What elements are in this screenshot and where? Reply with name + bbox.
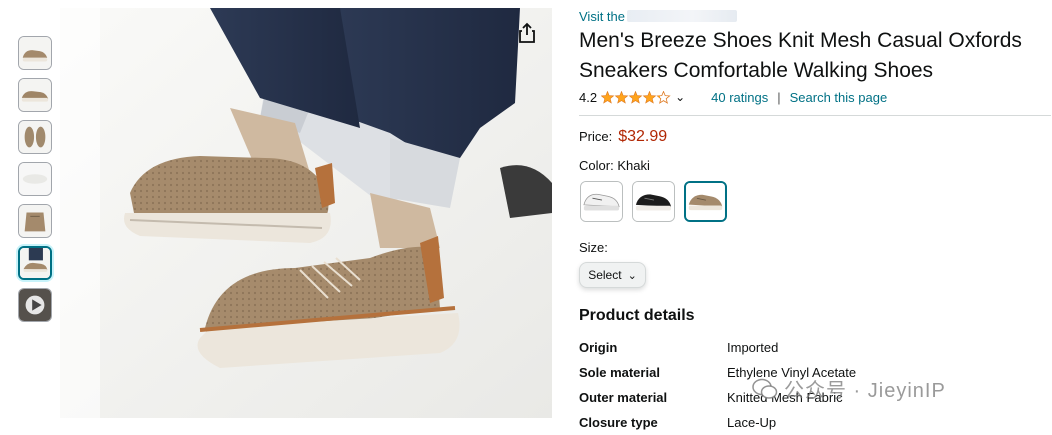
thumbnail-1[interactable] [18,36,52,70]
watermark-text: 公众号 · JieyinIP [784,380,946,402]
color-section: Color: Khaki [579,158,1049,222]
visit-store-text[interactable]: Visit the [579,9,625,24]
size-select[interactable]: Select ⌄ [579,262,646,288]
detail-key: Sole material [579,365,660,380]
chevron-down-icon[interactable]: ⌄ [675,90,685,104]
size-label: Size: [579,240,608,255]
color-value: Khaki [617,158,650,173]
swatch-khaki-selected[interactable] [684,181,727,222]
detail-value: Lace-Up [727,415,777,430]
thumbnail-2[interactable] [18,78,52,112]
detail-key: Outer material [579,390,668,405]
wechat-icon [752,378,778,399]
detail-key: Closure type [579,415,658,430]
product-title: Men's Breeze Shoes Knit Mesh Casual Oxfo… [579,29,1022,82]
swatch-black[interactable] [632,181,675,222]
thumbnail-video[interactable] [18,288,52,322]
chevron-down-icon: ⌄ [627,269,637,282]
star-icon [601,90,671,103]
color-swatches [580,181,1049,222]
thumbnail-6-selected[interactable] [18,246,52,280]
share-icon[interactable] [516,22,538,44]
rating-row: 4.2 ⌄ 40 ratings | Search this page [579,87,1049,107]
thumbnail-list [18,36,56,330]
ratings-link[interactable]: 40 ratings [711,90,768,105]
product-info: Visit the Men's Breeze Shoes Knit Mesh C… [579,8,1051,435]
main-product-image[interactable] [60,8,552,418]
search-this-page-link[interactable]: Search this page [790,90,888,105]
divider [579,115,1051,116]
table-row: Closure type Lace-Up [579,410,856,435]
visit-store-link[interactable]: Visit the [579,8,1049,24]
size-select-label: Select [588,268,622,282]
separator: | [777,89,781,105]
thumbnail-5[interactable] [18,204,52,238]
price-value: $32.99 [618,128,668,145]
product-details-heading: Product details [579,307,695,324]
thumbnail-3[interactable] [18,120,52,154]
watermark: 公众号 · JieyinIP [752,374,946,403]
table-row: Origin Imported [579,335,856,360]
swatch-white[interactable] [580,181,623,222]
color-label: Color: [579,158,614,173]
rating-score: 4.2 [579,89,598,105]
price-label: Price: [579,129,613,144]
thumbnail-4[interactable] [18,162,52,196]
star-rating[interactable]: ⌄ [601,90,685,104]
store-name-redacted [627,10,738,22]
detail-key: Origin [579,340,618,355]
price-row: Price: $32.99 [579,128,1049,146]
detail-value: Imported [727,340,779,355]
